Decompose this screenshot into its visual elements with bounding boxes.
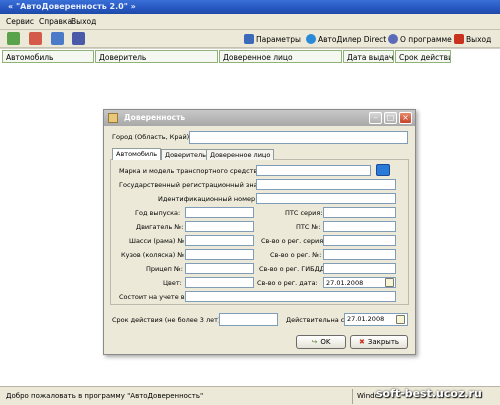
column-header-issue-date[interactable]: Дата выдачи [343,50,394,63]
dialog-titlebar[interactable]: Доверенность – □ × [104,110,415,126]
make-model-field[interactable] [256,165,371,176]
validity-field[interactable] [219,313,278,326]
tab-principal[interactable]: Доверитель [161,149,211,160]
tab-car[interactable]: Автомобиль [112,148,162,160]
vin-field[interactable] [256,193,396,204]
chassis-label: Шасси (рама) №: [129,237,187,245]
minimize-icon[interactable]: – [369,112,382,124]
about-button[interactable]: О программе [388,33,452,45]
autodealer-icon [306,34,316,44]
close-x-icon: ✖ [358,338,365,346]
add-icon[interactable] [7,32,20,45]
menu-help[interactable]: Справка [39,17,72,26]
menu-service[interactable]: Сервис [6,17,34,26]
status-message: Добро пожаловать в программу "АвтоДовере… [6,392,204,400]
about-icon [388,34,398,44]
ok-check-icon: ↪ [311,338,318,346]
reg-plate-label: Государственный регистрационный знак: [119,181,264,189]
validity-label: Срок действия (не более 3 лет): [112,316,223,324]
reg-date-value: 27.01.2008 [326,279,364,287]
reg-series-label: Св-во о рег. серия: [261,237,326,245]
trailer-field[interactable] [185,263,254,274]
dialog-title: Доверенность [124,113,186,122]
color-field[interactable] [185,277,254,288]
menu-bar: Сервис Справка Выход [0,14,500,30]
column-header-agent[interactable]: Доверенное лицо [219,50,342,63]
watermark-text: soft-best.ucoz.ru [376,387,482,400]
exit-label: Выход [466,34,492,44]
close-button[interactable]: ✖ Закрыть [350,335,408,349]
tab-agent[interactable]: Доверенное лицо [206,149,275,160]
body-label: Кузов (коляска) №: [121,251,187,259]
engine-field[interactable] [185,221,254,232]
reg-date-label: Св-во о рег. дата: [257,279,318,287]
delete-icon[interactable] [29,32,42,45]
params-label: Параметры [256,34,301,44]
maximize-icon[interactable]: □ [384,112,397,124]
make-model-label: Марка и модель транспортного средства: [119,167,264,175]
about-label: О программе [400,34,452,44]
valid-from-label: Действительна с: [286,316,347,324]
autodealer-label: АвтоДилер Direct [318,34,387,44]
trailer-label: Прицеп №: [146,265,183,273]
reg-gibdd-field[interactable] [323,263,396,274]
exit-icon [454,34,464,44]
reg-no-field[interactable] [323,249,396,260]
valid-from-value: 27.01.2008 [347,315,385,323]
exit-button[interactable]: Выход [454,33,491,45]
reg-gibdd-label: Св-во о рег. ГИБДД: [259,265,327,273]
autodealer-button[interactable]: АвтоДилер Direct [306,33,386,45]
color-label: Цвет: [163,279,182,287]
city-label: Город (Область, Край) : [112,133,194,141]
close-label: Закрыть [367,338,400,346]
engine-label: Двигатель №: [136,223,184,231]
close-icon[interactable]: × [399,112,412,124]
reg-no-label: Св-во о рег. №: [270,251,322,259]
edit-icon[interactable] [51,32,64,45]
params-button[interactable]: Параметры [244,33,301,45]
reg-date-calendar-icon[interactable] [385,278,394,287]
app-title: « "АвтоДоверенность 2.0" » [8,2,136,11]
year-field[interactable] [185,207,254,218]
status-separator [352,389,353,404]
chassis-field[interactable] [185,235,254,246]
year-label: Год выпуска: [135,209,181,217]
print-icon[interactable] [72,32,85,45]
pts-no-label: ПТС №: [296,223,321,231]
valid-from-calendar-icon[interactable] [396,315,405,324]
column-header-validity[interactable]: Срок действия [395,50,451,63]
pts-series-field[interactable] [323,207,396,218]
make-model-picker-icon[interactable] [376,164,390,176]
ok-button[interactable]: ↪ OK [296,335,346,349]
list-header: Автомобиль Доверитель Доверенное лицо Да… [0,49,500,64]
toolbar: Параметры АвтоДилер Direct О программе В… [0,30,500,48]
menu-exit[interactable]: Выход [71,17,96,26]
ok-label: OK [320,338,331,346]
pts-no-field[interactable] [323,221,396,232]
pts-series-label: ПТС серия: [285,209,323,217]
city-field[interactable] [189,131,408,144]
params-icon [244,34,254,44]
reg-plate-field[interactable] [256,179,396,190]
column-header-principal[interactable]: Доверитель [95,50,218,63]
body-field[interactable] [185,249,254,260]
dialog-app-icon [108,113,118,123]
registered-field[interactable] [185,291,396,302]
reg-series-field[interactable] [323,235,396,246]
app-titlebar[interactable]: « "АвтоДоверенность 2.0" » [0,0,500,14]
column-header-car[interactable]: Автомобиль [2,50,94,63]
registered-label: Состоит на учете в: [119,293,187,301]
